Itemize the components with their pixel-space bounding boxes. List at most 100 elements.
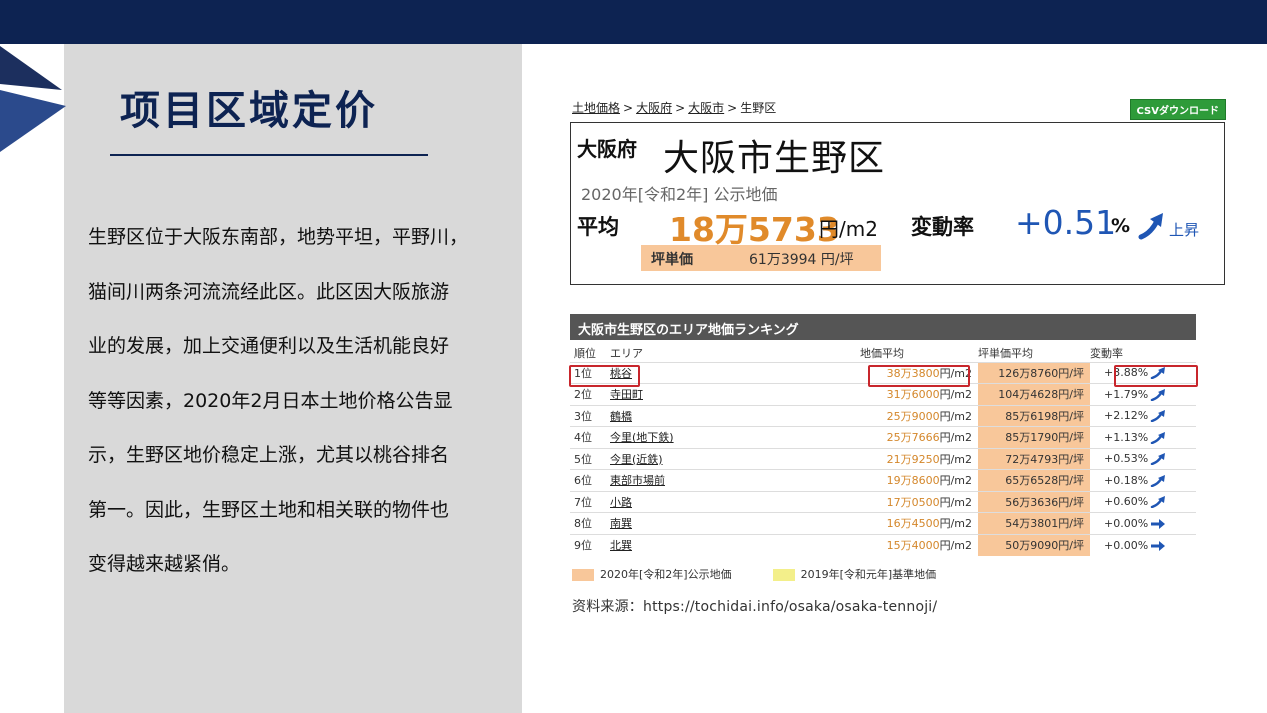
col-price: 地価平均 xyxy=(860,347,904,361)
price-number: 31万6000 xyxy=(886,388,940,402)
ward-title: 大阪市生野区 xyxy=(663,138,886,179)
cell-tsubo: 85万1790円/坪 xyxy=(978,426,1090,448)
area-link[interactable]: 小路 xyxy=(610,496,632,509)
body-line: 业的发展，加上交通便利以及生活机能良好 xyxy=(88,335,450,357)
col-area: エリア xyxy=(610,347,643,361)
breadcrumb-current: 生野区 xyxy=(740,101,777,115)
cell-tsubo: 104万4628円/坪 xyxy=(978,383,1090,405)
breadcrumb-link-city[interactable]: 大阪市 xyxy=(688,101,724,115)
cell-price: 17万0500円/m2 xyxy=(860,490,978,513)
col-rank: 順位 xyxy=(574,347,596,361)
table-row: 3位 鶴橋 25万9000円/m2 85万6198円/坪 +2.12% xyxy=(570,404,1196,427)
price-number: 25万7666 xyxy=(886,431,940,445)
tsubo-price-box: 坪単価 61万3994 円/坪 xyxy=(641,245,881,271)
title-underline xyxy=(110,154,428,156)
summary-box: 大阪府 大阪市生野区 2020年[令和2年] 公示地価 平均 18万5733 円… xyxy=(570,122,1225,285)
cell-price: 19万8600円/m2 xyxy=(860,469,978,491)
cell-tsubo: 72万4793円/坪 xyxy=(978,447,1090,470)
cell-price: 25万9000円/m2 xyxy=(860,404,978,427)
rate-text: +1.13% xyxy=(1104,430,1149,444)
area-link[interactable]: 東部市場前 xyxy=(610,474,665,487)
table-row: 8位 南巽 16万4500円/m2 54万3801円/坪 +0.00% xyxy=(570,512,1196,534)
area-link[interactable]: 北巽 xyxy=(610,539,632,552)
rate-text: +0.00% xyxy=(1104,516,1149,530)
cell-rank: 4位 xyxy=(570,426,610,448)
breadcrumb-link-land-price[interactable]: 土地価格 xyxy=(572,101,620,115)
body-line: 变得越来越紧俏。 xyxy=(88,553,241,575)
price-number: 15万4000 xyxy=(886,539,940,552)
col-tsubo: 坪単価平均 xyxy=(978,347,1033,361)
cell-tsubo: 56万3636円/坪 xyxy=(978,490,1090,513)
area-link[interactable]: 寺田町 xyxy=(610,388,643,401)
change-rate-percent: % xyxy=(1111,215,1131,237)
cell-rate: +0.18% xyxy=(1090,469,1196,491)
legend: 2020年[令和2年]公示地価 2019年[令和元年]基準地価 xyxy=(572,566,936,582)
price-number: 17万0500 xyxy=(886,495,940,509)
price-unit: 円/m2 xyxy=(939,452,972,466)
rate-text: +0.18% xyxy=(1104,473,1149,487)
change-rate-value: +0.51 xyxy=(1015,203,1117,242)
table-row: 4位 今里(地下鉄) 25万7666円/m2 85万1790円/坪 +1.13% xyxy=(570,426,1196,448)
trend-label: 上昇 xyxy=(1169,221,1200,239)
trend-up-arrow-icon xyxy=(1138,213,1163,240)
area-link[interactable]: 今里(地下鉄) xyxy=(610,431,674,444)
rate-text: +2.12% xyxy=(1104,409,1149,423)
page-title: 项目区域定价 xyxy=(120,88,378,134)
cell-rank: 8位 xyxy=(570,512,610,534)
cell-area: 北巽 xyxy=(610,533,760,556)
area-link[interactable]: 南巽 xyxy=(610,517,632,530)
area-link[interactable]: 今里(近鉄) xyxy=(610,453,663,466)
cell-tsubo: 126万8760円/坪 xyxy=(978,361,1090,384)
ranking-title: 大阪市生野区のエリア地価ランキング xyxy=(570,314,1196,340)
table-row: 6位 東部市場前 19万8600円/m2 65万6528円/坪 +0.18% xyxy=(570,469,1196,491)
body-line: 生野区位于大阪东南部，地势平坦，平野川， xyxy=(88,226,469,248)
cell-price: 25万7666円/m2 xyxy=(860,426,978,448)
price-unit: 円/m2 xyxy=(939,409,972,423)
cell-price: 15万4000円/m2 xyxy=(860,533,978,556)
breadcrumb-link-prefecture[interactable]: 大阪府 xyxy=(636,101,672,115)
price-number: 19万8600 xyxy=(886,474,940,488)
body-line: 第一。因此，生野区土地和相关联的物件也 xyxy=(88,498,450,521)
table-header-row: 順位 エリア 地価平均 坪単価平均 変動率 xyxy=(570,345,1196,362)
price-unit: 円/m2 xyxy=(939,539,972,552)
right-arrow-icon xyxy=(1151,518,1166,529)
rate-text: +0.53% xyxy=(1104,452,1149,466)
highlight-rank-1 xyxy=(569,365,640,387)
body-paragraph: 生野区位于大阪东南部，地势平坦，平野川， 猫间川两条河流流经此区。此区因大阪旅游… xyxy=(88,210,504,592)
area-link[interactable]: 鶴橋 xyxy=(610,410,632,423)
cell-rate: +2.12% xyxy=(1090,404,1196,427)
body-line: 示，生野区地价稳定上涨，尤其以桃谷排名 xyxy=(88,444,450,466)
up-arrow-icon xyxy=(1150,431,1166,444)
up-arrow-icon xyxy=(1150,496,1166,509)
table-row: 5位 今里(近鉄) 21万9250円/m2 72万4793円/坪 +0.53% xyxy=(570,447,1196,470)
cell-price: 16万4500円/m2 xyxy=(860,512,978,534)
cell-rank: 3位 xyxy=(570,404,610,427)
breadcrumb: 土地価格 > 大阪府 > 大阪市 > 生野区 xyxy=(572,101,777,115)
up-arrow-icon xyxy=(1150,474,1166,487)
legend-swatch-2019 xyxy=(772,569,795,581)
cell-rank: 6位 xyxy=(570,469,610,491)
cell-tsubo: 65万6528円/坪 xyxy=(978,469,1090,491)
cell-rank: 5位 xyxy=(570,447,610,470)
up-arrow-icon xyxy=(1150,453,1166,466)
up-arrow-icon xyxy=(1150,388,1166,401)
price-number: 25万9000 xyxy=(886,409,940,423)
csv-download-button[interactable]: CSVダウンロード xyxy=(1129,99,1226,120)
price-number: 16万4500 xyxy=(886,517,940,531)
price-unit: 円/m2 xyxy=(939,431,972,445)
table-row: 7位 小路 17万0500円/m2 56万3636円/坪 +0.60% xyxy=(570,490,1196,513)
rate-text: +0.60% xyxy=(1104,495,1149,509)
change-rate-label: 変動率 xyxy=(911,215,974,239)
cell-tsubo: 54万3801円/坪 xyxy=(978,512,1090,534)
cell-rate: +0.53% xyxy=(1090,447,1196,470)
body-line: 猫间川两条河流流经此区。此区因大阪旅游 xyxy=(88,280,450,303)
up-arrow-icon xyxy=(1150,410,1166,423)
table-row: 9位 北巽 15万4000円/m2 50万9090円/坪 +0.00% xyxy=(570,533,1196,556)
cell-area: 東部市場前 xyxy=(610,469,760,491)
cell-tsubo: 85万6198円/坪 xyxy=(978,404,1090,427)
top-banner xyxy=(0,0,1267,44)
average-unit: 円/m2 xyxy=(819,217,878,241)
col-rate: 変動率 xyxy=(1090,347,1123,361)
cell-rank: 9位 xyxy=(570,533,610,556)
legend-label-2020: 2020年[令和2年]公示地価 xyxy=(600,568,732,581)
